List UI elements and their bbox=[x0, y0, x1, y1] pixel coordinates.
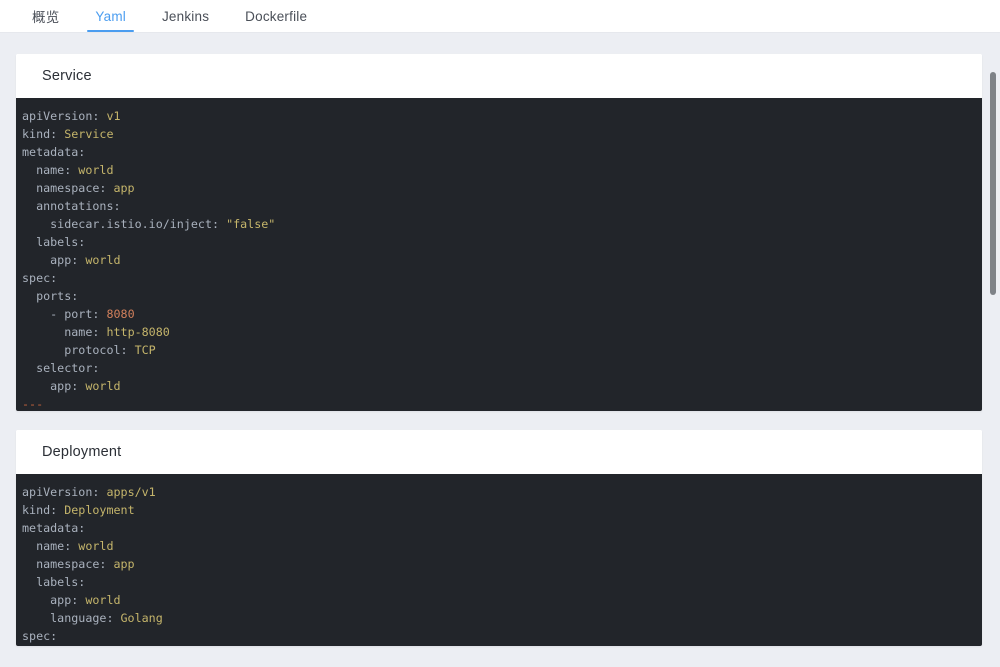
code-token: http-8080 bbox=[106, 325, 170, 339]
code-token: labels: bbox=[22, 235, 86, 249]
code-line: ports: bbox=[16, 287, 982, 305]
code-token: language: bbox=[22, 611, 121, 625]
code-token: world bbox=[78, 163, 114, 177]
code-token: name: bbox=[22, 325, 107, 339]
code-token: "false" bbox=[226, 217, 276, 231]
content-scroll-area[interactable]: Service apiVersion: v1 kind: Service metada… bbox=[0, 33, 1000, 667]
code-token: world bbox=[85, 379, 121, 393]
code-line: selector: bbox=[16, 359, 982, 377]
code-line: name: world bbox=[16, 161, 982, 179]
code-token: apiVersion: bbox=[22, 485, 107, 499]
code-line: --- bbox=[16, 395, 982, 411]
code-line: app: world bbox=[16, 251, 982, 269]
code-token: name: bbox=[22, 163, 79, 177]
code-line: apiVersion: apps/v1 bbox=[16, 483, 982, 501]
code-token: sidecar.istio.io/inject: bbox=[22, 217, 227, 231]
card-service: Service apiVersion: v1 kind: Service metada… bbox=[16, 54, 982, 411]
card-title: Deployment bbox=[42, 444, 122, 460]
code-token: app bbox=[113, 181, 135, 195]
card-header: Service bbox=[16, 54, 982, 98]
code-token: annotations: bbox=[22, 199, 121, 213]
code-token: spec: bbox=[22, 271, 58, 285]
code-token: 8080 bbox=[106, 307, 135, 321]
code-token: --- bbox=[22, 397, 44, 411]
code-line: name: world bbox=[16, 537, 982, 555]
code-token: world bbox=[85, 253, 121, 267]
code-line: spec: bbox=[16, 269, 982, 287]
tab-overview[interactable]: 概览 bbox=[14, 0, 77, 32]
yaml-code-block-service[interactable]: apiVersion: v1 kind: Service metadata: nam… bbox=[16, 98, 982, 411]
code-token: TCP bbox=[134, 343, 156, 357]
code-token: metadata: bbox=[22, 521, 86, 535]
code-line: kind: Deployment bbox=[16, 501, 982, 519]
code-token: - bbox=[22, 307, 65, 321]
code-token: namespace: bbox=[22, 181, 114, 195]
code-token: kind: bbox=[22, 503, 65, 517]
code-line: app: world bbox=[16, 377, 982, 395]
tab-yaml[interactable]: Yaml bbox=[77, 0, 144, 32]
code-token: Service bbox=[64, 127, 114, 141]
code-line: namespace: app bbox=[16, 179, 982, 197]
code-token: app: bbox=[22, 379, 86, 393]
code-token: kind: bbox=[22, 127, 65, 141]
card-title: Service bbox=[42, 68, 92, 84]
code-line: app: world bbox=[16, 591, 982, 609]
vertical-scrollbar[interactable] bbox=[989, 33, 998, 667]
code-token: apiVersion: bbox=[22, 109, 107, 123]
tab-dockerfile[interactable]: Dockerfile bbox=[227, 0, 325, 32]
card-header: Deployment bbox=[16, 430, 982, 474]
code-line: language: Golang bbox=[16, 609, 982, 627]
tab-label: Jenkins bbox=[161, 8, 210, 24]
yaml-code-block-deployment[interactable]: apiVersion: apps/v1 kind: Deployment metad… bbox=[16, 474, 982, 646]
code-token: ports: bbox=[22, 289, 79, 303]
code-line: annotations: bbox=[16, 197, 982, 215]
code-token: namespace: bbox=[22, 557, 114, 571]
code-line: kind: Service bbox=[16, 125, 982, 143]
code-line: spec: bbox=[16, 627, 982, 645]
code-token: protocol: bbox=[22, 343, 135, 357]
code-line: name: http-8080 bbox=[16, 323, 982, 341]
code-line: labels: bbox=[16, 573, 982, 591]
code-token: app: bbox=[22, 593, 86, 607]
card-deployment: Deployment apiVersion: apps/v1 kind: Deplo… bbox=[16, 430, 982, 646]
tab-label: Yaml bbox=[95, 8, 126, 24]
code-token: app bbox=[113, 557, 135, 571]
code-line: namespace: app bbox=[16, 555, 982, 573]
code-line: protocol: TCP bbox=[16, 341, 982, 359]
code-token: world bbox=[78, 539, 114, 553]
tab-label: 概览 bbox=[32, 10, 60, 25]
code-line: - port: 8080 bbox=[16, 305, 982, 323]
code-token: labels: bbox=[22, 575, 86, 589]
tab-label: Dockerfile bbox=[245, 8, 308, 24]
code-token: apps/v1 bbox=[106, 485, 156, 499]
content-list: Service apiVersion: v1 kind: Service metada… bbox=[0, 33, 1000, 646]
code-line: metadata: bbox=[16, 143, 982, 161]
code-line: sidecar.istio.io/inject: "false" bbox=[16, 215, 982, 233]
code-token: spec: bbox=[22, 629, 58, 643]
tab-jenkins[interactable]: Jenkins bbox=[144, 0, 227, 32]
code-token: v1 bbox=[106, 109, 121, 123]
code-token: metadata: bbox=[22, 145, 86, 159]
tab-bar: 概览 Yaml Jenkins Dockerfile bbox=[0, 0, 1000, 33]
yaml-page: 概览 Yaml Jenkins Dockerfile Service apiVersio… bbox=[0, 0, 1000, 667]
code-token: selector: bbox=[22, 361, 100, 375]
code-line: minReadySeconds: 10 bbox=[16, 645, 982, 646]
code-line: labels: bbox=[16, 233, 982, 251]
scrollbar-thumb[interactable] bbox=[990, 72, 996, 295]
code-line: metadata: bbox=[16, 519, 982, 537]
code-token: Deployment bbox=[64, 503, 135, 517]
code-line: apiVersion: v1 bbox=[16, 107, 982, 125]
code-token: port: bbox=[64, 307, 107, 321]
code-token: app: bbox=[22, 253, 86, 267]
code-token: name: bbox=[22, 539, 79, 553]
code-token: Golang bbox=[120, 611, 163, 625]
code-token: world bbox=[85, 593, 121, 607]
